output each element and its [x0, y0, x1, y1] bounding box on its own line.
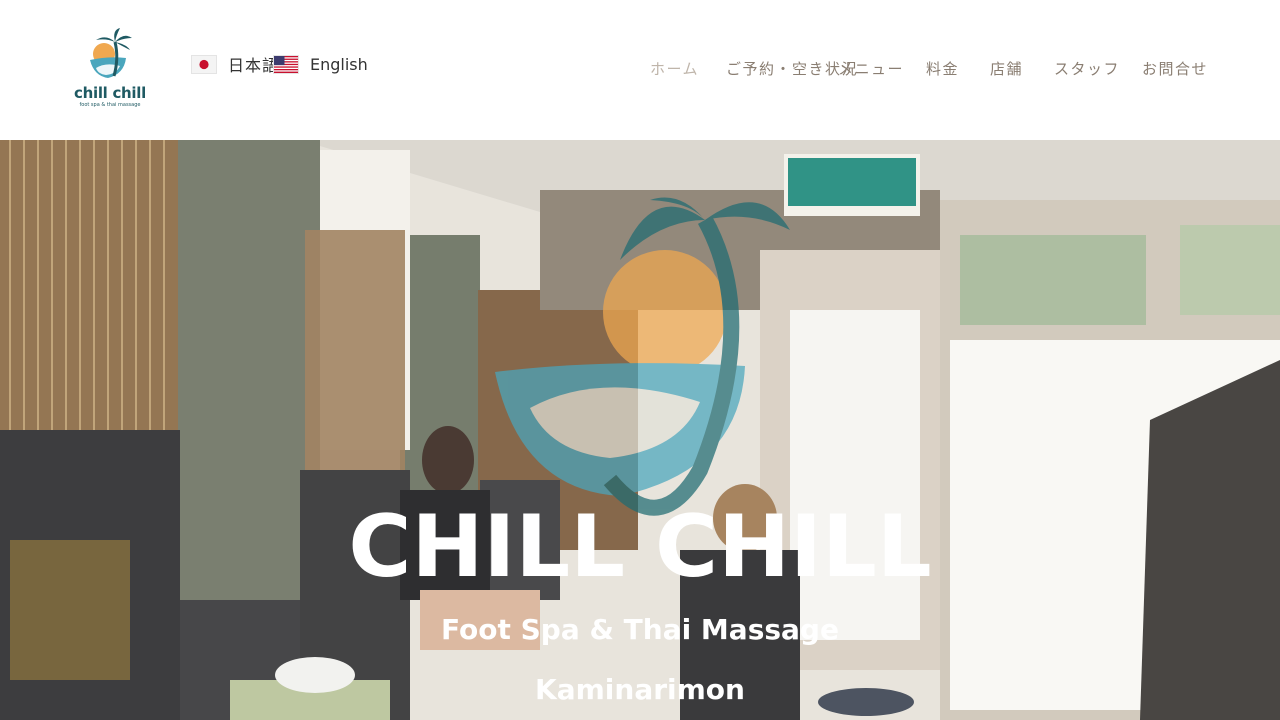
hero-section: CHILL CHILL Foot Spa & Thai Massage Kami…	[0, 140, 1280, 720]
nav-home[interactable]: ホーム	[650, 58, 699, 79]
language-english-link[interactable]: English	[274, 53, 368, 75]
nav-price[interactable]: 料金	[926, 58, 959, 79]
nav-contact[interactable]: お問合せ	[1142, 58, 1208, 79]
hero-subtitle: Foot Spa & Thai Massage	[441, 613, 839, 646]
japan-flag-icon	[192, 55, 216, 73]
site-logo[interactable]: chill chill foot spa & thai massage	[70, 28, 150, 112]
logo-tagline: foot spa & thai massage	[79, 102, 141, 108]
hero-title: CHILL CHILL	[348, 497, 932, 597]
language-japanese-link[interactable]: 日本語	[192, 53, 279, 75]
language-japanese-label: 日本語	[228, 56, 280, 75]
hero-location: Kaminarimon	[535, 673, 745, 706]
usa-flag-icon	[274, 55, 298, 73]
nav-shop[interactable]: 店舗	[990, 58, 1023, 79]
nav-menu[interactable]: メニュー	[838, 58, 904, 79]
language-english-label: English	[310, 54, 368, 74]
palm-tree-logo-icon	[90, 28, 132, 78]
nav-staff[interactable]: スタッフ	[1054, 58, 1120, 79]
site-header: chill chill foot spa & thai massage 日本語 …	[0, 0, 1280, 140]
logo-wordmark: chill chill	[74, 84, 146, 102]
